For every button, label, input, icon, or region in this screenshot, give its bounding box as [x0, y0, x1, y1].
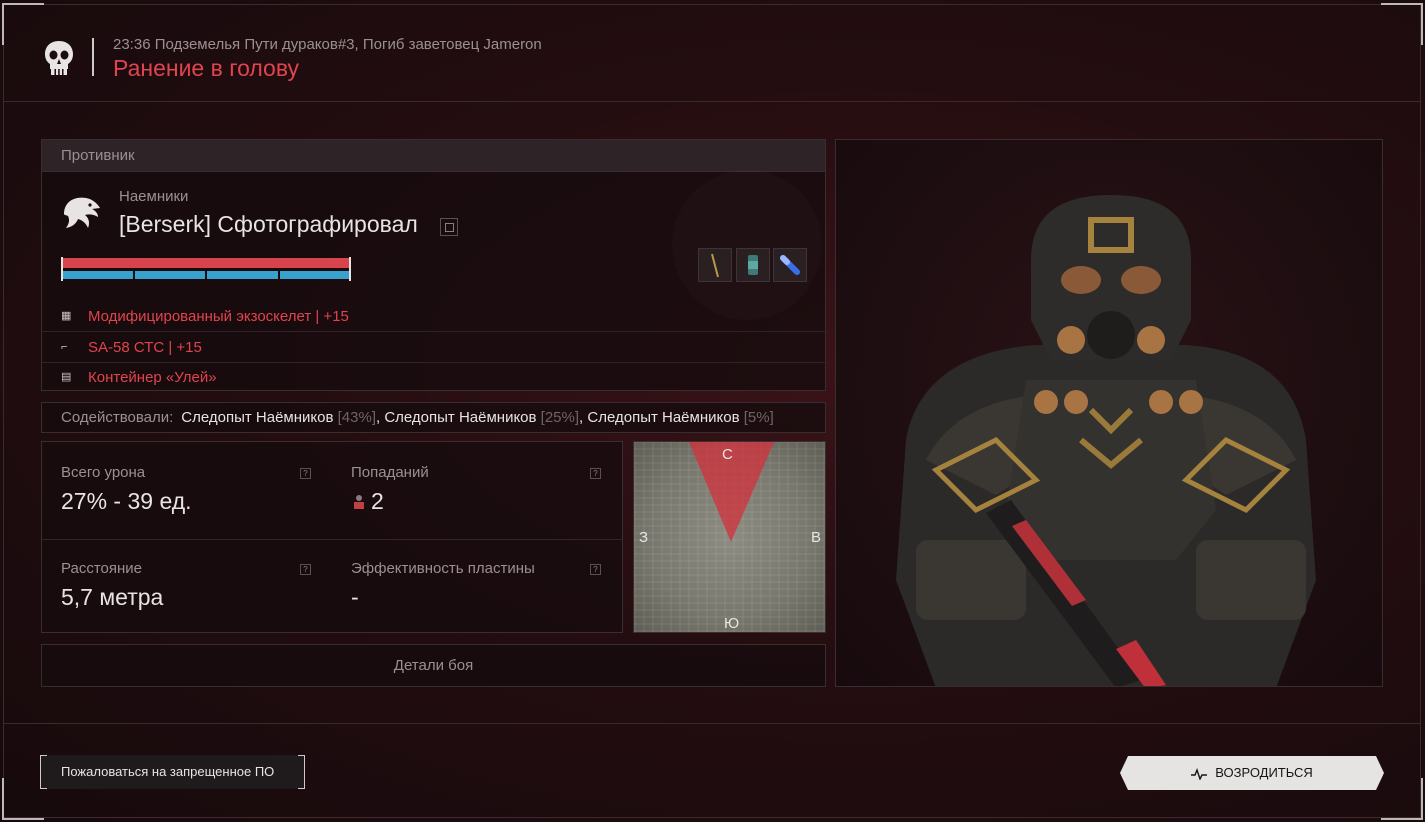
gear-item[interactable]: ▤ Контейнер «Улей» [42, 362, 827, 392]
stat-label: Расстояние [61, 560, 143, 577]
eagle-icon [64, 197, 100, 228]
help-icon[interactable]: ? [590, 468, 601, 479]
gear-item[interactable]: ▦ Модифицированный экзоскелет | +15 [42, 301, 827, 332]
compass-south: Ю [724, 615, 740, 632]
exoskeleton-soldier-image [896, 195, 1316, 686]
assist-player: Следопыт Наёмников [587, 409, 740, 426]
death-header: 23:36 Подземелья Пути дураков#3, Погиб з… [3, 4, 1421, 102]
frame-corner [2, 778, 44, 820]
assist-label: Содействовали: [61, 409, 174, 426]
compass-east: В [811, 529, 822, 546]
bar-cap [61, 257, 63, 281]
respawn-button[interactable]: ВОЗРОДИТЬСЯ [1120, 756, 1384, 790]
direction-cone [689, 442, 774, 542]
help-icon[interactable]: ? [300, 468, 311, 479]
stat-value: 2 [351, 488, 384, 515]
armor-icon: ▦ [61, 310, 72, 322]
enemy-section-label: Противник [42, 140, 825, 172]
compass-west: З [639, 529, 649, 546]
armor-segment [207, 271, 278, 279]
compass-north: С [722, 446, 733, 463]
frame-corner [1381, 778, 1423, 820]
stat-label: Эффективность пластины [351, 560, 535, 577]
footer-divider [3, 723, 1421, 724]
body-hit-icon [354, 495, 364, 509]
stat-label: Всего урона [61, 464, 146, 481]
enemy-panel: Противник Наемники [Berserk] Сфотографир… [41, 139, 827, 392]
stat-total-damage: Всего урона 27% - 39 ед. ? [42, 442, 314, 538]
enemy-portrait [835, 139, 1383, 687]
gear-label: Контейнер «Улей» [88, 368, 217, 386]
stat-plate-efficiency: Эффективность пластины - ? [332, 538, 604, 634]
canister-item-icon[interactable] [736, 248, 770, 282]
death-info: 23:36 Подземелья Пути дураков#3, Погиб з… [113, 36, 542, 53]
stat-label: Попаданий [351, 464, 429, 481]
respawn-label: ВОЗРОДИТЬСЯ [1215, 765, 1313, 780]
copy-icon[interactable] [440, 218, 458, 236]
bar-cap [349, 257, 351, 281]
kill-minimap: С Ю З В [633, 441, 826, 633]
gear-item[interactable]: ⌐ SA-58 СТС | +15 [42, 332, 827, 363]
battle-details-button[interactable]: Детали боя [41, 644, 826, 687]
assist-panel: Содействовали: Следопыт Наёмников [43%], … [41, 402, 826, 433]
skull-icon [45, 41, 73, 75]
enemy-health-bar [62, 258, 350, 268]
assist-percent: [5%] [743, 409, 774, 426]
assist-player: Следопыт Наёмников [181, 409, 334, 426]
knife-item-icon[interactable] [698, 248, 732, 282]
enemy-faction: Наемники [119, 188, 189, 205]
container-icon: ▤ [61, 371, 72, 383]
death-cause: Ранение в голову [113, 55, 300, 81]
armor-segment [62, 271, 133, 279]
hits-count: 2 [371, 488, 384, 514]
stat-value: 27% - 39 ед. [61, 488, 192, 514]
enemy-armor-bar [62, 271, 350, 279]
assist-player: Следопыт Наёмников [384, 409, 537, 426]
stat-hits: Попаданий 2 ? [332, 442, 604, 538]
report-cheat-button[interactable]: Пожаловаться на запрещенное ПО [40, 755, 305, 789]
enemy-name: [Berserk] Сфотографировал [119, 211, 418, 237]
header-divider [92, 38, 94, 76]
rifle-icon: ⌐ [61, 341, 68, 353]
armor-segment [134, 271, 205, 279]
gear-label: Модифицированный экзоскелет | +15 [88, 307, 349, 325]
pulse-icon [1191, 768, 1207, 780]
assist-percent: [25%] [540, 409, 580, 426]
syringe-item-icon[interactable] [773, 248, 807, 282]
gear-label: SA-58 СТС | +15 [88, 338, 202, 356]
help-icon[interactable]: ? [590, 564, 601, 575]
armor-segment [279, 271, 350, 279]
assist-percent: [43%] [337, 409, 376, 426]
help-icon[interactable]: ? [300, 564, 311, 575]
stat-value: 5,7 метра [61, 584, 164, 610]
faction-watermark [672, 170, 822, 320]
stats-panel: Всего урона 27% - 39 ед. ? Попаданий 2 ?… [41, 441, 623, 633]
stat-distance: Расстояние 5,7 метра ? [42, 538, 314, 634]
stat-value: - [351, 584, 359, 610]
